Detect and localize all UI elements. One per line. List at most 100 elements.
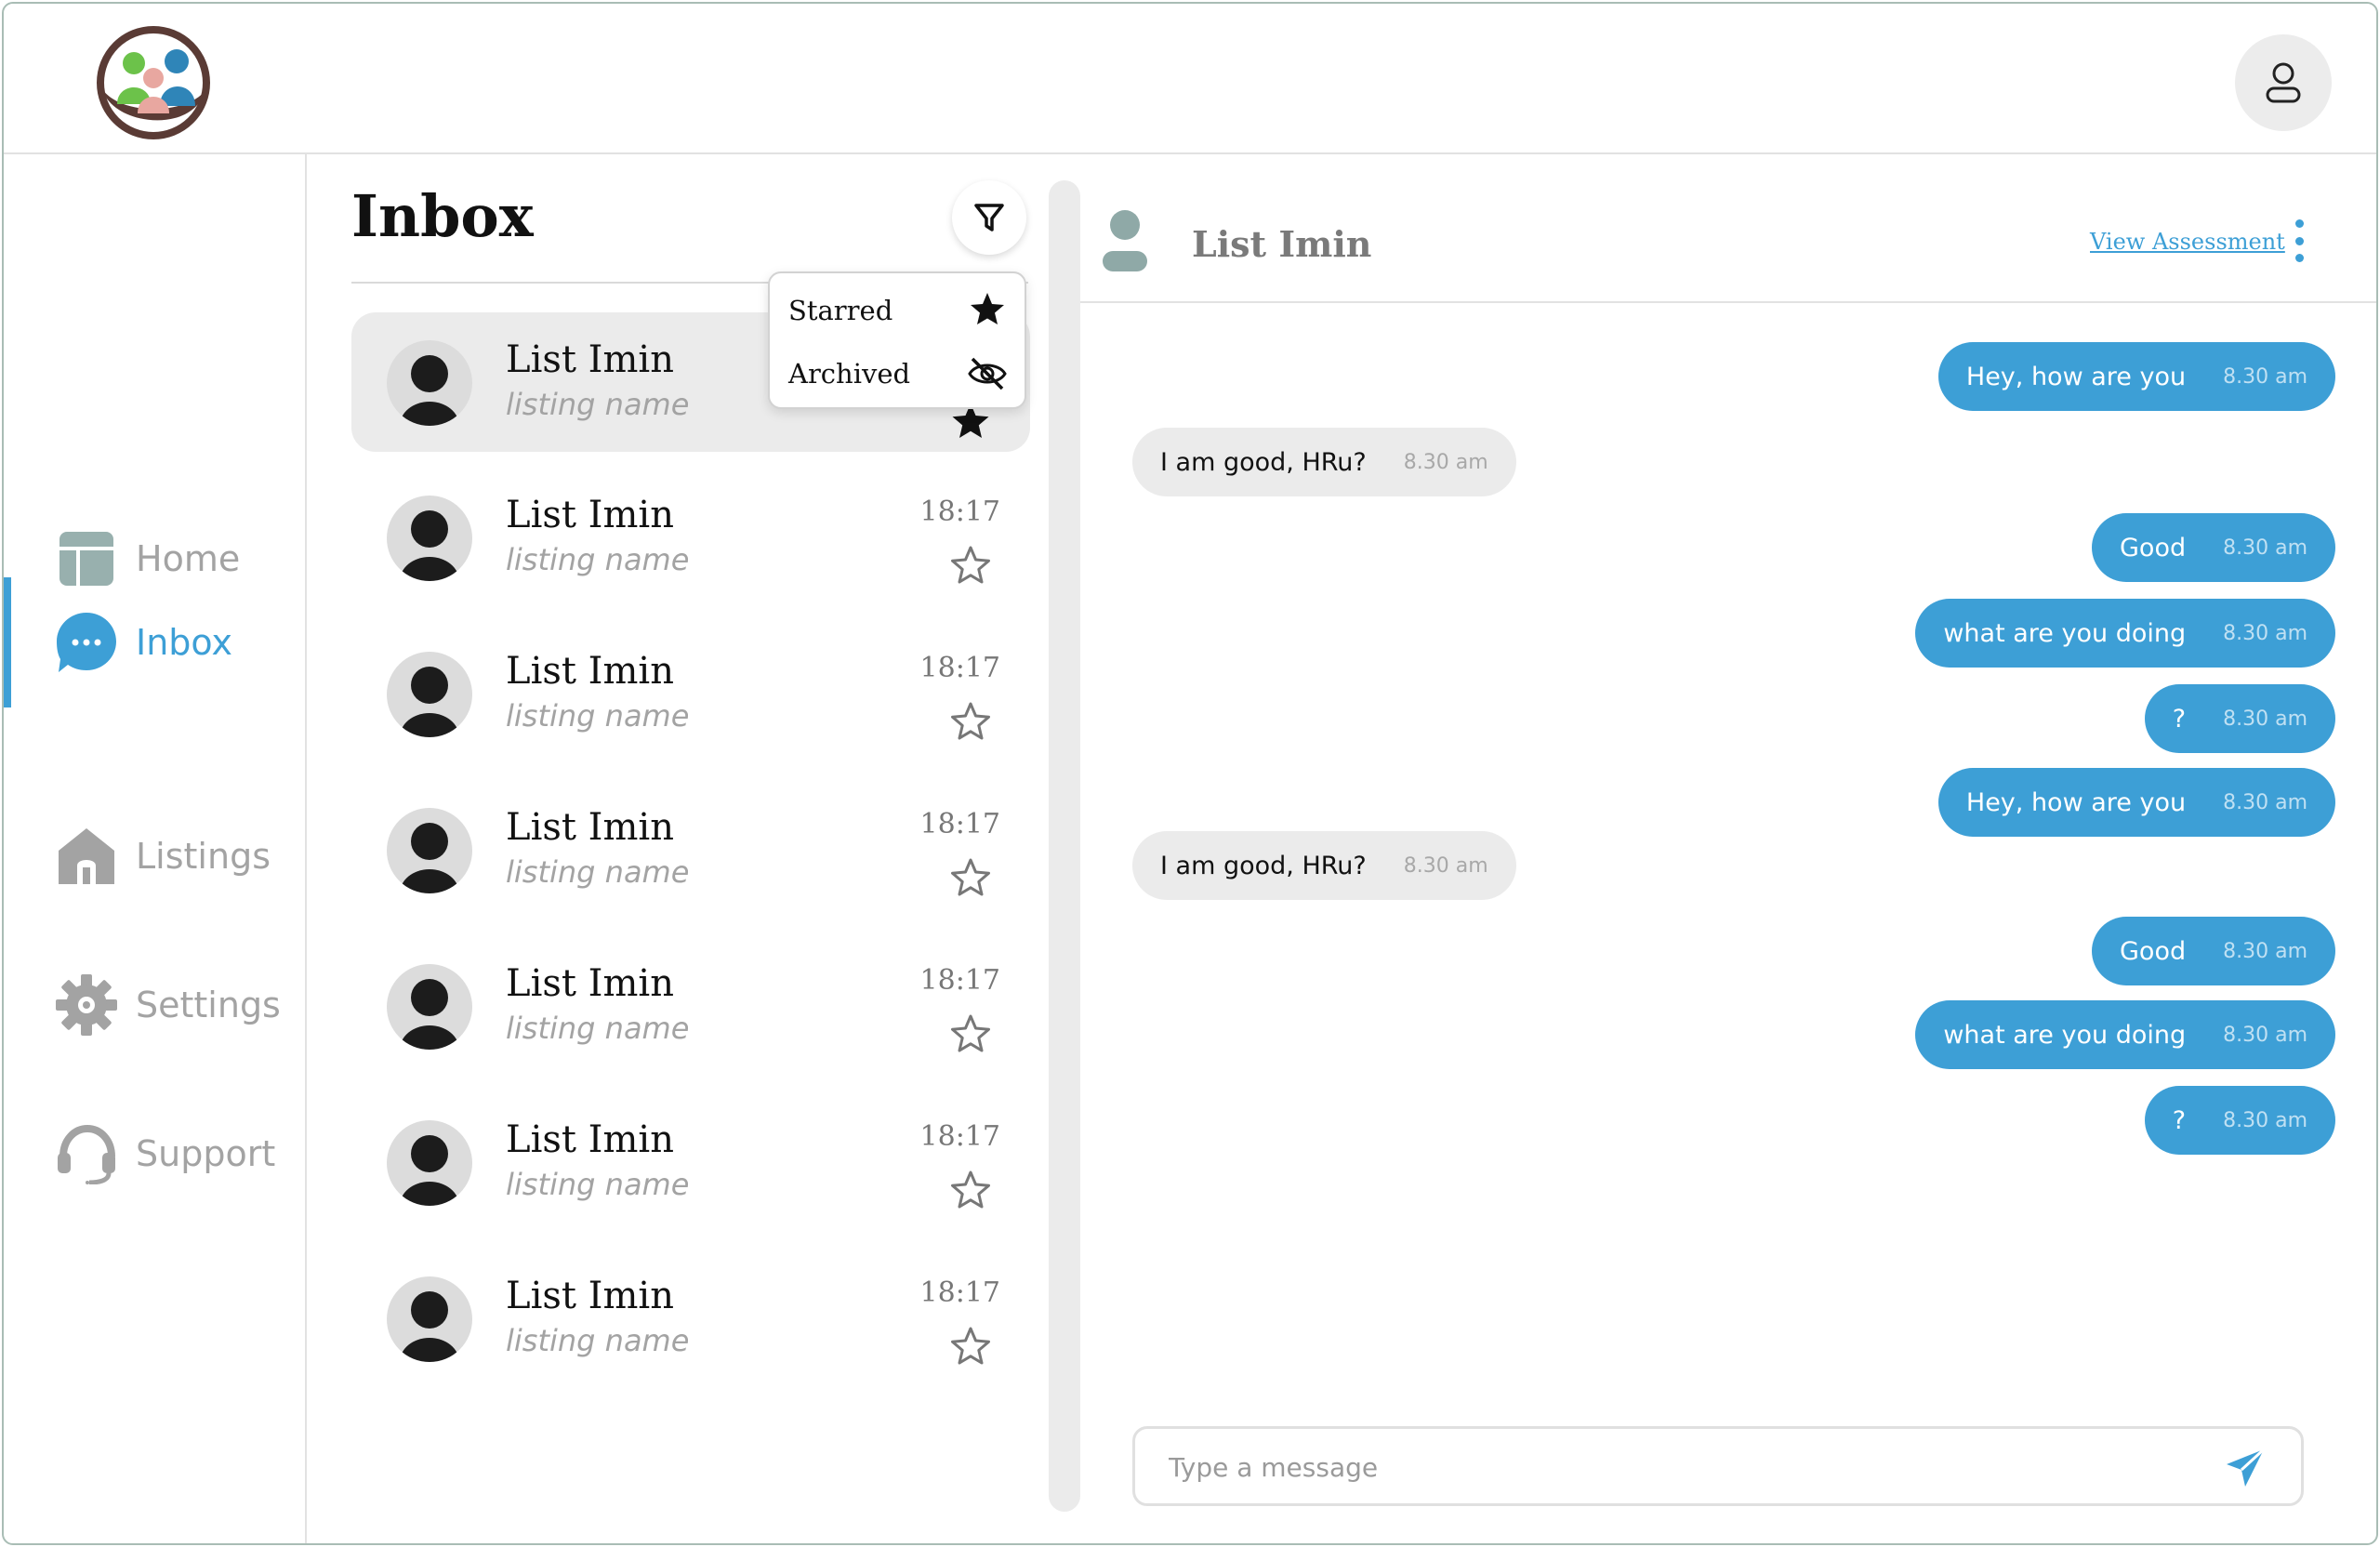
star-filled-icon: [971, 293, 1004, 324]
conversation-name: List Imin: [506, 650, 674, 693]
avatar: [387, 808, 472, 893]
conversation-time: 18:17: [919, 964, 1000, 997]
conversation-subtitle: listing name: [506, 854, 690, 890]
message-time: 8.30 am: [2223, 621, 2307, 645]
conversation-name: List Imin: [506, 806, 674, 849]
sidebar-item-settings[interactable]: Settings: [4, 940, 305, 1070]
message-text: Good: [2120, 533, 2187, 562]
sidebar-item-label: Inbox: [136, 622, 232, 663]
avatar: [387, 1276, 472, 1362]
message-outgoing: Hey, how are you 8.30 am: [1937, 342, 2335, 411]
conversation-subtitle: listing name: [506, 387, 690, 422]
sidebar-item-inbox[interactable]: Inbox: [4, 577, 305, 707]
conversation-subtitle: listing name: [506, 1323, 690, 1358]
message-text: ?: [2172, 704, 2187, 734]
page-title: Inbox: [351, 182, 534, 250]
headset-icon: [54, 1121, 119, 1186]
app-logo[interactable]: [95, 24, 212, 141]
conversation-subtitle: listing name: [506, 542, 690, 577]
filter-option-label: Starred: [788, 295, 893, 326]
sidebar-item-label: Settings: [136, 985, 281, 1025]
avatar: [387, 964, 472, 1050]
message-outgoing: Good 8.30 am: [2092, 917, 2335, 985]
message-input[interactable]: [1169, 1444, 2191, 1490]
view-assessment-link[interactable]: View Assessment: [2090, 229, 2285, 255]
star-outline-icon[interactable]: [948, 856, 993, 901]
conversation-time: 18:17: [919, 808, 1000, 840]
conversation-item[interactable]: List Imin listing name 18:17: [351, 1092, 1030, 1232]
message-time: 8.30 am: [1403, 853, 1488, 878]
message-outgoing: Good 8.30 am: [2092, 513, 2335, 582]
avatar: [387, 340, 472, 426]
message-text: Hey, how are you: [1965, 787, 2187, 817]
star-outline-icon[interactable]: [948, 1169, 993, 1213]
send-icon: [2227, 1448, 2266, 1487]
conversation-time: 18:17: [919, 652, 1000, 684]
conversation-subtitle: listing name: [506, 698, 690, 734]
message-text: I am good, HRu?: [1160, 447, 1367, 477]
sidebar-item-label: Support: [136, 1133, 276, 1174]
message-time: 8.30 am: [2223, 790, 2307, 814]
conversation-subtitle: listing name: [506, 1167, 690, 1202]
conversation-name: List Imin: [506, 1275, 674, 1317]
conversation-time: 18:17: [919, 1120, 1000, 1153]
chat-icon: [54, 610, 119, 675]
conversation-subtitle: listing name: [506, 1011, 690, 1046]
sidebar: Home Inbox Listings Settings Support: [4, 154, 307, 1543]
conversation-item[interactable]: List Imin listing name 18:17: [351, 468, 1030, 607]
message-incoming: I am good, HRu? 8.30 am: [1132, 831, 1516, 900]
send-button[interactable]: [2223, 1446, 2268, 1490]
message-text: Good: [2120, 936, 2187, 966]
filter-dropdown: Starred Archived: [768, 271, 1026, 409]
message-time: 8.30 am: [2223, 536, 2307, 560]
message-text: ?: [2172, 1105, 2187, 1135]
message-time: 8.30 am: [2223, 939, 2307, 963]
message-outgoing: ? 8.30 am: [2144, 1086, 2335, 1155]
top-bar: [4, 4, 2376, 154]
contact-avatar-icon: [1103, 210, 1147, 271]
conversation-item[interactable]: List Imin listing name 18:17: [351, 780, 1030, 919]
message-incoming: I am good, HRu? 8.30 am: [1132, 428, 1516, 496]
gear-icon: [54, 972, 119, 1038]
message-text: I am good, HRu?: [1160, 851, 1367, 880]
avatar: [387, 652, 472, 737]
star-outline-icon[interactable]: [948, 1325, 993, 1369]
conversation-item[interactable]: List Imin listing name 18:17: [351, 936, 1030, 1076]
profile-button[interactable]: [2235, 34, 2332, 131]
avatar: [387, 496, 472, 581]
listings-house-icon: [54, 824, 119, 889]
message-time: 8.30 am: [2223, 1023, 2307, 1047]
star-outline-icon[interactable]: [948, 544, 993, 588]
filter-button[interactable]: [952, 180, 1026, 255]
more-options-icon[interactable]: [2289, 219, 2309, 262]
message-outgoing: what are you doing 8.30 am: [1915, 1000, 2335, 1069]
chat-header: List Imin View Assessment: [1080, 154, 2376, 303]
conversation-time: 18:17: [919, 496, 1000, 528]
message-outgoing: what are you doing 8.30 am: [1915, 599, 2335, 668]
sidebar-item-label: Home: [136, 538, 241, 579]
message-text: Hey, how are you: [1965, 362, 2187, 391]
filter-option-archived[interactable]: Archived: [770, 342, 1025, 405]
star-outline-icon[interactable]: [948, 700, 993, 745]
sidebar-item-label: Listings: [136, 836, 271, 877]
conversation-name: List Imin: [506, 962, 674, 1005]
message-time: 8.30 am: [2223, 364, 2307, 389]
avatar: [387, 1120, 472, 1206]
message-composer: [1132, 1426, 2304, 1506]
message-outgoing: ? 8.30 am: [2144, 684, 2335, 753]
message-time: 8.30 am: [2223, 707, 2307, 731]
filter-option-starred[interactable]: Starred: [770, 279, 1025, 342]
message-text: what are you doing: [1943, 618, 2187, 648]
star-outline-icon[interactable]: [948, 1012, 993, 1057]
conversation-time: 18:17: [919, 1276, 1000, 1309]
sidebar-item-listings[interactable]: Listings: [4, 791, 305, 921]
sidebar-item-support[interactable]: Support: [4, 1089, 305, 1219]
conversation-name: List Imin: [506, 338, 674, 381]
list-scrollbar[interactable]: [1049, 180, 1080, 1512]
conversation-item[interactable]: List Imin listing name 18:17: [351, 1249, 1030, 1388]
app-window: Home Inbox Listings Settings Support Inb…: [2, 2, 2378, 1545]
eye-off-icon: [968, 357, 1007, 390]
message-time: 8.30 am: [1403, 450, 1488, 474]
message-text: what are you doing: [1943, 1020, 2187, 1050]
conversation-item[interactable]: List Imin listing name 18:17: [351, 624, 1030, 763]
